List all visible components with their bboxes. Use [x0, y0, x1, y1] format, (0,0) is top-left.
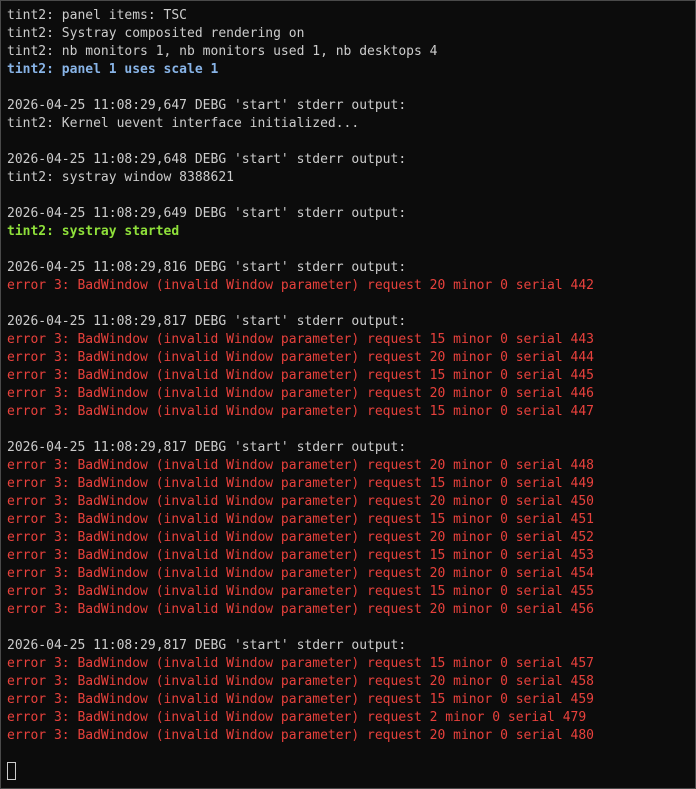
error-line: error 3: BadWindow (invalid Window param…	[7, 692, 594, 707]
log-line: tint2: systray window 8388621	[7, 170, 234, 185]
error-line: error 3: BadWindow (invalid Window param…	[7, 332, 594, 347]
log-line: 2026-04-25 11:08:29,816 DEBG 'start' std…	[7, 260, 407, 275]
error-line: error 3: BadWindow (invalid Window param…	[7, 476, 594, 491]
error-line: error 3: BadWindow (invalid Window param…	[7, 404, 594, 419]
log-line: tint2: systray started	[7, 224, 180, 239]
error-line: error 3: BadWindow (invalid Window param…	[7, 710, 587, 725]
error-line: error 3: BadWindow (invalid Window param…	[7, 386, 594, 401]
terminal-output: tint2: panel items: TSC tint2: Systray co…	[7, 7, 691, 745]
text-cursor[interactable]	[7, 762, 16, 780]
log-line: 2026-04-25 11:08:29,817 DEBG 'start' std…	[7, 314, 407, 329]
log-line: tint2: panel items: TSC	[7, 8, 188, 23]
log-line: tint2: panel 1 uses scale 1	[7, 62, 219, 77]
error-line: error 3: BadWindow (invalid Window param…	[7, 584, 594, 599]
log-line: 2026-04-25 11:08:29,817 DEBG 'start' std…	[7, 440, 407, 455]
error-line: error 3: BadWindow (invalid Window param…	[7, 656, 594, 671]
error-line: error 3: BadWindow (invalid Window param…	[7, 278, 594, 293]
log-line: 2026-04-25 11:08:29,649 DEBG 'start' std…	[7, 206, 407, 221]
log-line: 2026-04-25 11:08:29,647 DEBG 'start' std…	[7, 98, 407, 113]
error-line: error 3: BadWindow (invalid Window param…	[7, 458, 594, 473]
log-line: tint2: Kernel uevent interface initializ…	[7, 116, 360, 131]
log-line: 2026-04-25 11:08:29,817 DEBG 'start' std…	[7, 638, 407, 653]
error-line: error 3: BadWindow (invalid Window param…	[7, 566, 594, 581]
error-line: error 3: BadWindow (invalid Window param…	[7, 674, 594, 689]
error-line: error 3: BadWindow (invalid Window param…	[7, 368, 594, 383]
error-line: error 3: BadWindow (invalid Window param…	[7, 494, 594, 509]
error-line: error 3: BadWindow (invalid Window param…	[7, 350, 594, 365]
log-line: 2026-04-25 11:08:29,648 DEBG 'start' std…	[7, 152, 407, 167]
log-line: tint2: Systray composited rendering on	[7, 26, 305, 41]
error-line: error 3: BadWindow (invalid Window param…	[7, 530, 594, 545]
log-line: tint2: nb monitors 1, nb monitors used 1…	[7, 44, 438, 59]
error-line: error 3: BadWindow (invalid Window param…	[7, 728, 594, 743]
error-line: error 3: BadWindow (invalid Window param…	[7, 548, 594, 563]
error-line: error 3: BadWindow (invalid Window param…	[7, 512, 594, 527]
terminal-window[interactable]: tint2: panel items: TSC tint2: Systray co…	[0, 0, 696, 789]
error-line: error 3: BadWindow (invalid Window param…	[7, 602, 594, 617]
